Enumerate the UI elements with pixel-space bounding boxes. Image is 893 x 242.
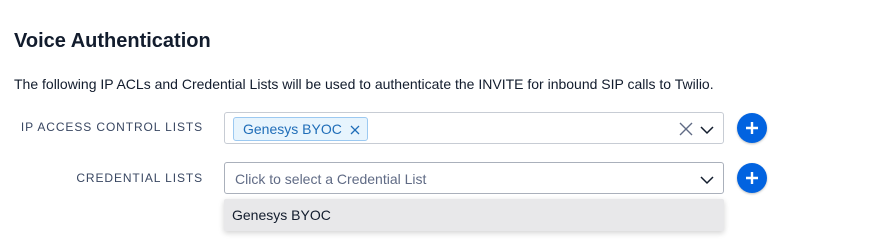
section-title: Voice Authentication: [14, 30, 211, 52]
credential-list-placeholder: Click to select a Credential List: [235, 171, 427, 187]
ip-acl-select[interactable]: Genesys BYOC: [224, 112, 724, 144]
chevron-down-icon[interactable]: [699, 173, 715, 185]
selected-ip-acl-chip: Genesys BYOC: [233, 117, 368, 141]
credential-lists-label: CREDENTIAL LISTS: [76, 171, 203, 185]
plus-icon: [746, 172, 758, 184]
add-credential-list-button[interactable]: [737, 163, 767, 193]
dropdown-option[interactable]: Genesys BYOC: [232, 207, 331, 223]
ip-acl-label: IP ACCESS CONTROL LISTS: [20, 120, 203, 134]
voice-authentication-section: Voice Authentication The following IP AC…: [0, 0, 893, 242]
plus-icon: [746, 122, 758, 134]
chip-label: Genesys BYOC: [243, 121, 342, 137]
add-ip-acl-button[interactable]: [737, 113, 767, 143]
credential-list-select[interactable]: Click to select a Credential List: [224, 162, 724, 194]
section-description: The following IP ACLs and Credential Lis…: [14, 76, 714, 92]
chevron-down-icon[interactable]: [699, 123, 715, 135]
close-icon[interactable]: [349, 123, 361, 135]
credential-list-dropdown: Genesys BYOC: [224, 199, 724, 231]
clear-icon[interactable]: [679, 122, 693, 136]
